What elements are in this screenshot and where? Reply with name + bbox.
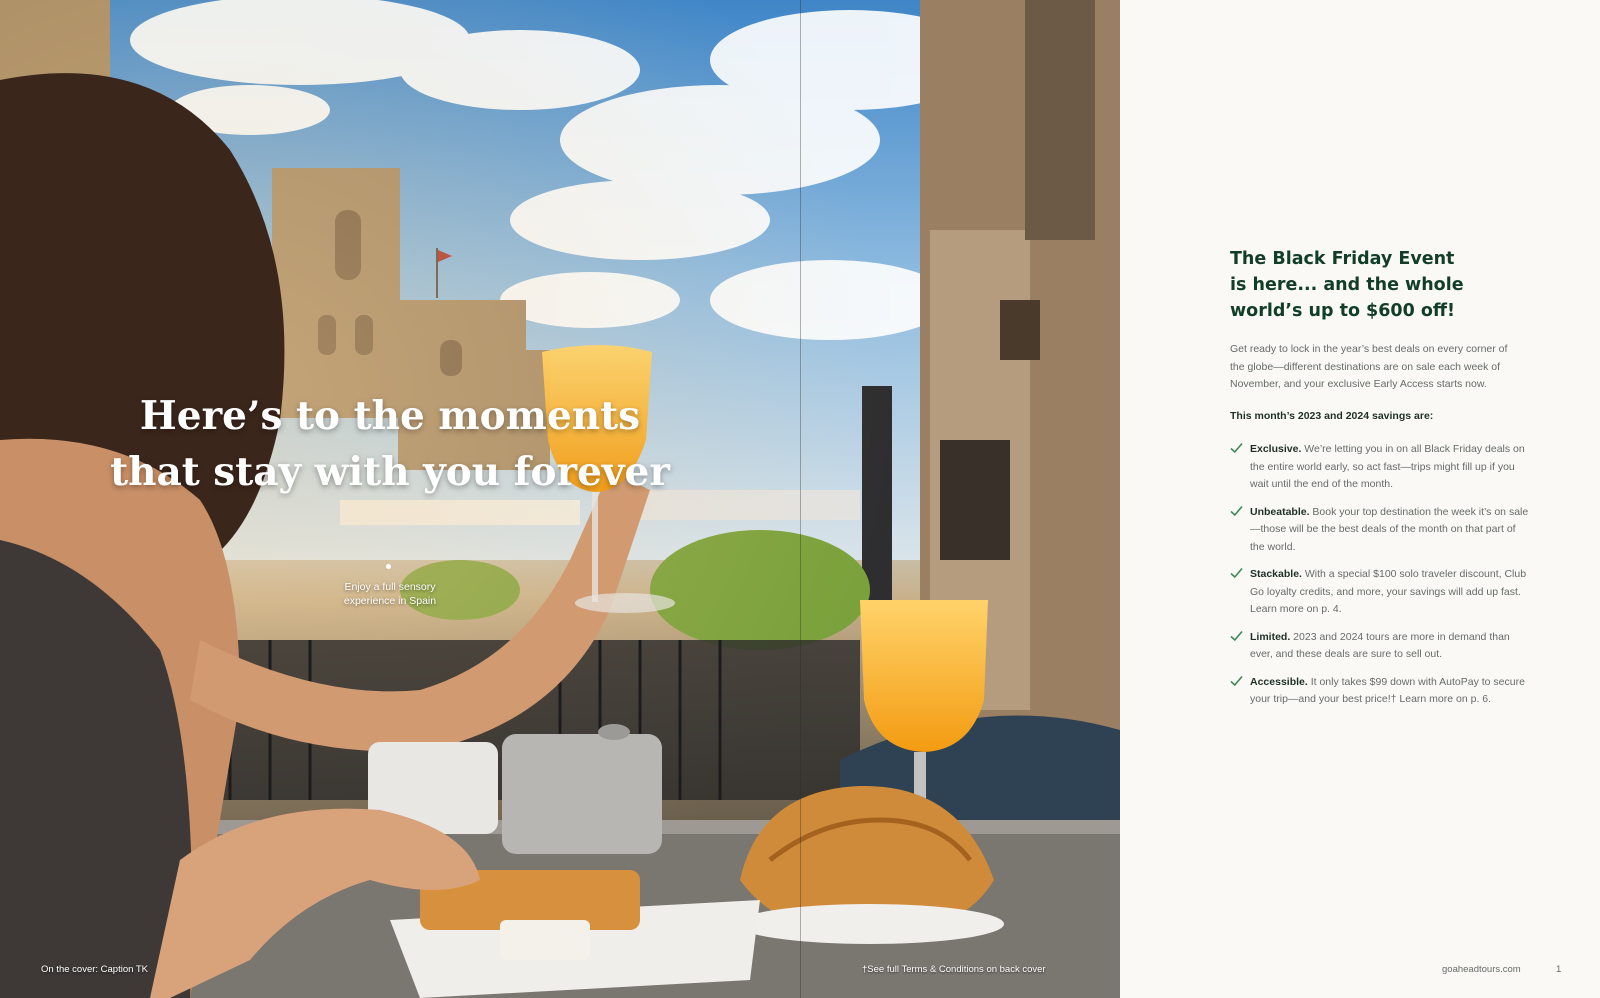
benefit-item-unbeatable: Unbeatable. Book your top destination th… [1230, 504, 1530, 557]
headline: Here’s to the moments that stay with you… [110, 393, 670, 495]
benefit-label: Unbeatable. [1250, 505, 1310, 518]
intro-paragraph: Get ready to lock in the year’s best dea… [1230, 343, 1508, 390]
savings-heading: This month’s 2023 and 2024 savings are: [1230, 410, 1434, 422]
benefits-list: Exclusive. We’re letting you in on all B… [1230, 441, 1530, 719]
benefit-item-limited: Limited. 2023 and 2024 tours are more in… [1230, 629, 1530, 664]
magazine-spread: Here’s to the moments that stay with you… [0, 0, 1600, 998]
check-icon [1230, 505, 1243, 516]
terms-footnote: †See full Terms & Conditions on back cov… [862, 964, 1046, 975]
page-fold-line [800, 0, 801, 998]
photo-caption: Enjoy a full sensory experience in Spain [343, 581, 437, 607]
check-icon [1230, 630, 1243, 641]
text-page: The Black Friday Event is here... and th… [1120, 0, 1600, 998]
cover-caption: On the cover: Caption TK [41, 964, 149, 975]
benefit-label: Limited. [1250, 630, 1291, 643]
page-number: 1 [1556, 964, 1562, 975]
page-title: The Black Friday Event is here... and th… [1230, 249, 1464, 321]
benefit-label: Accessible. [1250, 675, 1308, 688]
website-url: goaheadtours.com [1442, 964, 1521, 975]
check-icon [1230, 442, 1243, 454]
caption-marker-dot [386, 564, 391, 569]
benefit-item-accessible: Accessible. It only takes $99 down with … [1230, 674, 1530, 709]
benefit-item-stackable: Stackable. With a special $100 solo trav… [1230, 566, 1530, 619]
check-icon [1230, 675, 1243, 686]
benefit-label: Stackable. [1250, 568, 1302, 580]
benefit-label: Exclusive. [1250, 443, 1302, 455]
benefit-item-exclusive: Exclusive. We’re letting you in on all B… [1230, 441, 1530, 494]
check-icon [1230, 567, 1243, 579]
